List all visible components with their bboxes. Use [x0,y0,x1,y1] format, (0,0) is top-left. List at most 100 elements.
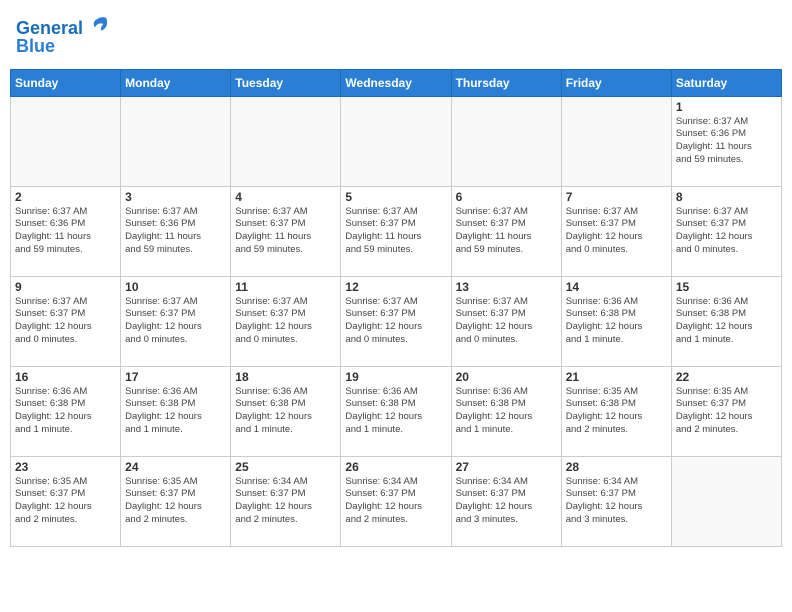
day-number: 13 [456,280,557,294]
day-info: Sunrise: 6:37 AM Sunset: 6:37 PM Dayligh… [456,206,557,257]
calendar-cell: 6 Sunrise: 6:37 AM Sunset: 6:37 PM Daylig… [451,186,561,276]
calendar-cell [11,96,121,186]
calendar-cell [561,96,671,186]
day-info: Sunrise: 6:35 AM Sunset: 6:37 PM Dayligh… [15,476,116,527]
calendar-cell: 28 Sunrise: 6:34 AM Sunset: 6:37 PM Dayli… [561,456,671,546]
day-number: 21 [566,370,667,384]
calendar-cell: 5 Sunrise: 6:37 AM Sunset: 6:37 PM Daylig… [341,186,451,276]
logo-blue: Blue [16,37,110,57]
calendar-cell: 27 Sunrise: 6:34 AM Sunset: 6:37 PM Dayli… [451,456,561,546]
day-info: Sunrise: 6:37 AM Sunset: 6:37 PM Dayligh… [235,296,336,347]
day-number: 18 [235,370,336,384]
calendar-cell: 17Sunrise: 6:36 AM Sunset: 6:38 PM Dayli… [121,366,231,456]
day-info: Sunrise: 6:36 AM Sunset: 6:38 PM Dayligh… [676,296,777,347]
day-info: Sunrise: 6:37 AM Sunset: 6:36 PM Dayligh… [676,116,777,167]
day-info: Sunrise: 6:34 AM Sunset: 6:37 PM Dayligh… [456,476,557,527]
calendar-week-row: 16 Sunrise: 6:36 AM Sunset: 6:38 PM Dayli… [11,366,782,456]
day-number: 10 [125,280,226,294]
day-info: Sunrise: 6:36 AM Sunset: 6:38 PM Dayligh… [566,296,667,347]
day-info: Sunrise: 6:36 AM Sunset: 6:38 PM Dayligh… [15,386,116,437]
logo-general: General [16,18,83,38]
day-info: Sunrise: 6:36 AM Sunset: 6:38 PM Dayligh… [456,386,557,437]
day-info: Sunrise: 6:37 AM Sunset: 6:37 PM Dayligh… [676,206,777,257]
calendar-cell: 19 Sunrise: 6:36 AM Sunset: 6:38 PM Dayli… [341,366,451,456]
day-number: 14 [566,280,667,294]
day-info: Sunrise: 6:37 AM Sunset: 6:37 PM Dayligh… [456,296,557,347]
calendar-cell: 7 Sunrise: 6:37 AM Sunset: 6:37 PM Daylig… [561,186,671,276]
day-info: Sunrise: 6:37 AM Sunset: 6:36 PM Dayligh… [15,206,116,257]
calendar-cell: 9 Sunrise: 6:37 AM Sunset: 6:37 PM Daylig… [11,276,121,366]
calendar-cell: 3 Sunrise: 6:37 AM Sunset: 6:36 PM Daylig… [121,186,231,276]
calendar-cell: 11 Sunrise: 6:37 AM Sunset: 6:37 PM Dayli… [231,276,341,366]
calendar-cell: 4 Sunrise: 6:37 AM Sunset: 6:37 PM Daylig… [231,186,341,276]
day-info: Sunrise: 6:36 AM Sunset: 6:38 PM Dayligh… [345,386,446,437]
day-number: 28 [566,460,667,474]
day-number: 27 [456,460,557,474]
calendar-week-row: 2Sunrise: 6:37 AM Sunset: 6:36 PM Daylig… [11,186,782,276]
calendar-cell: 20 Sunrise: 6:36 AM Sunset: 6:38 PM Dayli… [451,366,561,456]
calendar-cell: 26 Sunrise: 6:34 AM Sunset: 6:37 PM Dayli… [341,456,451,546]
day-info: Sunrise: 6:35 AM Sunset: 6:37 PM Dayligh… [676,386,777,437]
day-number: 25 [235,460,336,474]
day-number: 26 [345,460,446,474]
day-info: Sunrise: 6:37 AM Sunset: 6:37 PM Dayligh… [345,296,446,347]
calendar-cell: 16 Sunrise: 6:36 AM Sunset: 6:38 PM Dayli… [11,366,121,456]
calendar-cell: 14 Sunrise: 6:36 AM Sunset: 6:38 PM Dayli… [561,276,671,366]
day-number: 24 [125,460,226,474]
calendar-cell: 12 Sunrise: 6:37 AM Sunset: 6:37 PM Dayli… [341,276,451,366]
calendar-week-row: 1 Sunrise: 6:37 AM Sunset: 6:36 PM Daylig… [11,96,782,186]
calendar-cell: 22 Sunrise: 6:35 AM Sunset: 6:37 PM Dayli… [671,366,781,456]
day-info: Sunrise: 6:35 AM Sunset: 6:37 PM Dayligh… [125,476,226,527]
calendar-cell [121,96,231,186]
day-info: Sunrise: 6:37 AM Sunset: 6:37 PM Dayligh… [125,296,226,347]
day-number: 17 [125,370,226,384]
day-number: 12 [345,280,446,294]
day-header-monday: Monday [121,69,231,96]
logo: General Blue [16,14,110,57]
calendar-cell: 8 Sunrise: 6:37 AM Sunset: 6:37 PM Daylig… [671,186,781,276]
day-header-sunday: Sunday [11,69,121,96]
day-number: 19 [345,370,446,384]
calendar-cell: 1 Sunrise: 6:37 AM Sunset: 6:36 PM Daylig… [671,96,781,186]
day-number: 11 [235,280,336,294]
day-info: Sunrise: 6:37 AM Sunset: 6:36 PM Dayligh… [125,206,226,257]
calendar-cell: 15Sunrise: 6:36 AM Sunset: 6:38 PM Dayli… [671,276,781,366]
day-number: 22 [676,370,777,384]
day-number: 3 [125,190,226,204]
calendar-cell: 24 Sunrise: 6:35 AM Sunset: 6:37 PM Dayli… [121,456,231,546]
day-header-wednesday: Wednesday [341,69,451,96]
calendar-cell [671,456,781,546]
calendar-cell [231,96,341,186]
calendar-week-row: 9 Sunrise: 6:37 AM Sunset: 6:37 PM Daylig… [11,276,782,366]
calendar-table: SundayMondayTuesdayWednesdayThursdayFrid… [10,69,782,547]
day-number: 5 [345,190,446,204]
day-number: 16 [15,370,116,384]
day-number: 9 [15,280,116,294]
day-header-saturday: Saturday [671,69,781,96]
day-header-tuesday: Tuesday [231,69,341,96]
day-number: 7 [566,190,667,204]
day-info: Sunrise: 6:34 AM Sunset: 6:37 PM Dayligh… [235,476,336,527]
calendar-cell: 10 Sunrise: 6:37 AM Sunset: 6:37 PM Dayli… [121,276,231,366]
day-info: Sunrise: 6:37 AM Sunset: 6:37 PM Dayligh… [345,206,446,257]
day-number: 8 [676,190,777,204]
logo-bird-icon [90,14,110,34]
day-info: Sunrise: 6:37 AM Sunset: 6:37 PM Dayligh… [566,206,667,257]
calendar-cell: 2Sunrise: 6:37 AM Sunset: 6:36 PM Daylig… [11,186,121,276]
page-header: General Blue [10,10,782,61]
calendar-week-row: 23 Sunrise: 6:35 AM Sunset: 6:37 PM Dayli… [11,456,782,546]
day-header-thursday: Thursday [451,69,561,96]
calendar-header-row: SundayMondayTuesdayWednesdayThursdayFrid… [11,69,782,96]
day-number: 20 [456,370,557,384]
day-info: Sunrise: 6:37 AM Sunset: 6:37 PM Dayligh… [15,296,116,347]
calendar-cell: 25 Sunrise: 6:34 AM Sunset: 6:37 PM Dayli… [231,456,341,546]
calendar-cell [341,96,451,186]
calendar-cell: 23 Sunrise: 6:35 AM Sunset: 6:37 PM Dayli… [11,456,121,546]
day-number: 23 [15,460,116,474]
day-number: 1 [676,100,777,114]
day-info: Sunrise: 6:34 AM Sunset: 6:37 PM Dayligh… [566,476,667,527]
day-number: 6 [456,190,557,204]
day-number: 4 [235,190,336,204]
day-info: Sunrise: 6:37 AM Sunset: 6:37 PM Dayligh… [235,206,336,257]
day-info: Sunrise: 6:34 AM Sunset: 6:37 PM Dayligh… [345,476,446,527]
